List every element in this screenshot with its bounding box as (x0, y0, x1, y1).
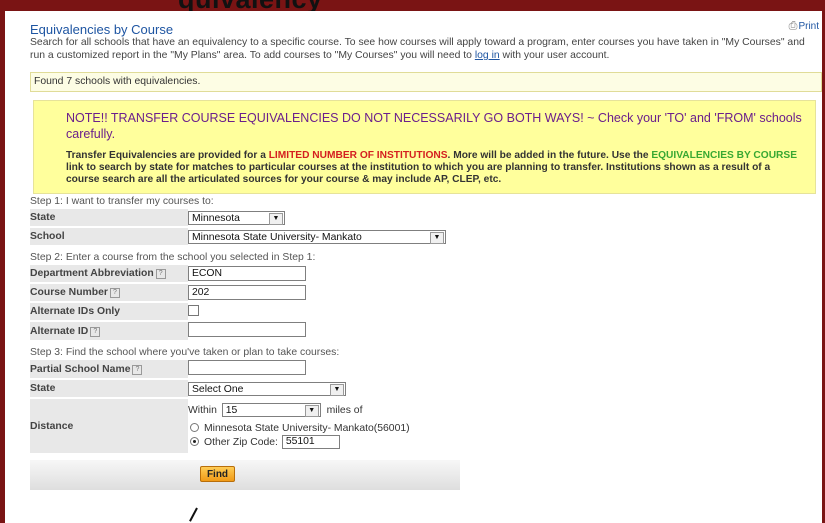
course-number-input[interactable]: 202 (188, 285, 306, 300)
note-body-part1: Transfer Equivalencies are provided for … (66, 150, 269, 161)
dept-abbreviation-input[interactable]: ECON (188, 266, 306, 281)
step3-distance-row: Distance Within 15 ▼ miles of Minnesota … (30, 399, 460, 453)
alternate-ids-only-label: Alternate IDs Only (30, 303, 188, 320)
step2-form: Department Abbreviation? ECON Course Num… (30, 263, 460, 342)
step1-label: Step 1: I want to transfer my courses to… (30, 196, 214, 207)
course-number-label: Course Number (30, 287, 108, 298)
heading-row: Equivalencies by Course ⎙Print (30, 11, 822, 37)
miles-of-label: miles of (326, 404, 363, 416)
step1-school-select[interactable]: Minnesota State University- Mankato ▼ (188, 229, 446, 244)
step3-state-value: Select One (192, 383, 244, 395)
print-link[interactable]: ⎙Print (789, 20, 819, 33)
within-miles-value: 15 (225, 405, 238, 416)
step3-state-row: State Select One ▼ (30, 380, 460, 397)
find-button[interactable]: Find (200, 466, 235, 482)
step3-state-select[interactable]: Select One ▼ (188, 381, 346, 396)
within-row: Within 15 ▼ miles of (188, 403, 460, 417)
distance-label: Distance (30, 399, 188, 453)
radio-zip[interactable] (190, 436, 199, 446)
intro-text: Search for all schools that have an equi… (30, 36, 822, 62)
intro-part1: Search for all schools that have an equi… (30, 37, 805, 61)
print-icon: ⎙ (788, 20, 798, 32)
page-title: Equivalencies by Course (30, 22, 174, 37)
zip-code-input[interactable]: 55101 (281, 435, 340, 449)
main-content: Equivalencies by Course ⎙Print Search fo… (30, 11, 822, 490)
note-body-part2: . More will be added in the future. Use … (447, 150, 652, 161)
step1-state-select[interactable]: Minnesota ▼ (188, 210, 285, 225)
alternate-ids-only-checkbox[interactable] (188, 304, 199, 316)
radio-school[interactable] (190, 423, 199, 432)
step1-state-row: State Minnesota ▼ (30, 209, 460, 226)
radio-school-label: Minnesota State University- Mankato(5600… (204, 423, 410, 434)
radio-option-school[interactable]: Minnesota State University- Mankato(5600… (188, 422, 460, 435)
alternate-id-input[interactable] (188, 322, 306, 337)
results-count-text: Found 7 schools with equivalencies. (34, 76, 201, 87)
help-icon[interactable]: ? (90, 326, 101, 337)
radio-option-zip[interactable]: Other Zip Code: 55101 (188, 435, 460, 449)
print-label: Print (798, 21, 819, 32)
dept-abbreviation-label: Department Abbreviation (30, 268, 154, 279)
chevron-down-icon: ▼ (304, 405, 319, 417)
step1-school-row: School Minnesota State University- Manka… (30, 228, 460, 245)
step2-label: Step 2: Enter a course from the school y… (30, 252, 316, 263)
step1-form: State Minnesota ▼ School Minnesota State… (30, 207, 460, 247)
partial-school-name-input[interactable] (188, 360, 306, 375)
radio-zip-label: Other Zip Code: (204, 436, 278, 448)
within-miles-select[interactable]: 15 ▼ (221, 403, 321, 417)
step1-state-value: Minnesota (192, 212, 240, 224)
step3-state-label: State (30, 380, 188, 397)
mouse-cursor (189, 507, 198, 522)
banner-title: quivalency (178, 0, 323, 11)
within-label: Within (188, 404, 217, 416)
note-equivalencies-link[interactable]: EQUIVALENCIES BY COURSE (651, 150, 797, 161)
step1-school-label: School (30, 228, 188, 245)
note-limited-institutions: LIMITED NUMBER OF INSTITUTIONS (268, 150, 448, 161)
find-button-bar: Find (30, 460, 460, 490)
help-icon[interactable]: ? (132, 364, 143, 375)
note-body: Transfer Equivalencies are provided for … (66, 150, 805, 186)
transfer-note-box: NOTE!! TRANSFER COURSE EQUIVALENCIES DO … (33, 100, 816, 194)
results-count-box: Found 7 schools with equivalencies. (30, 72, 822, 92)
step3-label: Step 3: Find the school where you've tak… (30, 347, 340, 358)
step2-dept-row: Department Abbreviation? ECON (30, 265, 460, 282)
chevron-down-icon: ▼ (330, 383, 344, 396)
top-banner: quivalency (0, 0, 825, 11)
step2-altonly-row: Alternate IDs Only (30, 303, 460, 320)
help-icon[interactable]: ? (109, 288, 120, 298)
chevron-down-icon: ▼ (269, 212, 283, 225)
note-heading: NOTE!! TRANSFER COURSE EQUIVALENCIES DO … (66, 111, 802, 141)
login-link[interactable]: log in (475, 50, 500, 61)
note-body-part3: link to search by state for matches to p… (66, 162, 771, 185)
step1-school-value: Minnesota State University- Mankato (192, 231, 362, 243)
step3-form: Partial School Name? State Select One ▼ … (30, 358, 460, 455)
step3-partial-row: Partial School Name? (30, 360, 460, 378)
help-icon[interactable]: ? (155, 269, 166, 279)
step2-course-row: Course Number? 202 (30, 284, 460, 301)
intro-part2: with your user account. (499, 50, 610, 61)
alternate-id-label: Alternate ID (30, 325, 89, 337)
left-frame-border (0, 0, 5, 523)
step2-altid-row: Alternate ID? (30, 322, 460, 340)
chevron-down-icon: ▼ (430, 231, 444, 244)
partial-school-name-label: Partial School Name (30, 363, 131, 375)
step1-state-label: State (30, 209, 188, 226)
